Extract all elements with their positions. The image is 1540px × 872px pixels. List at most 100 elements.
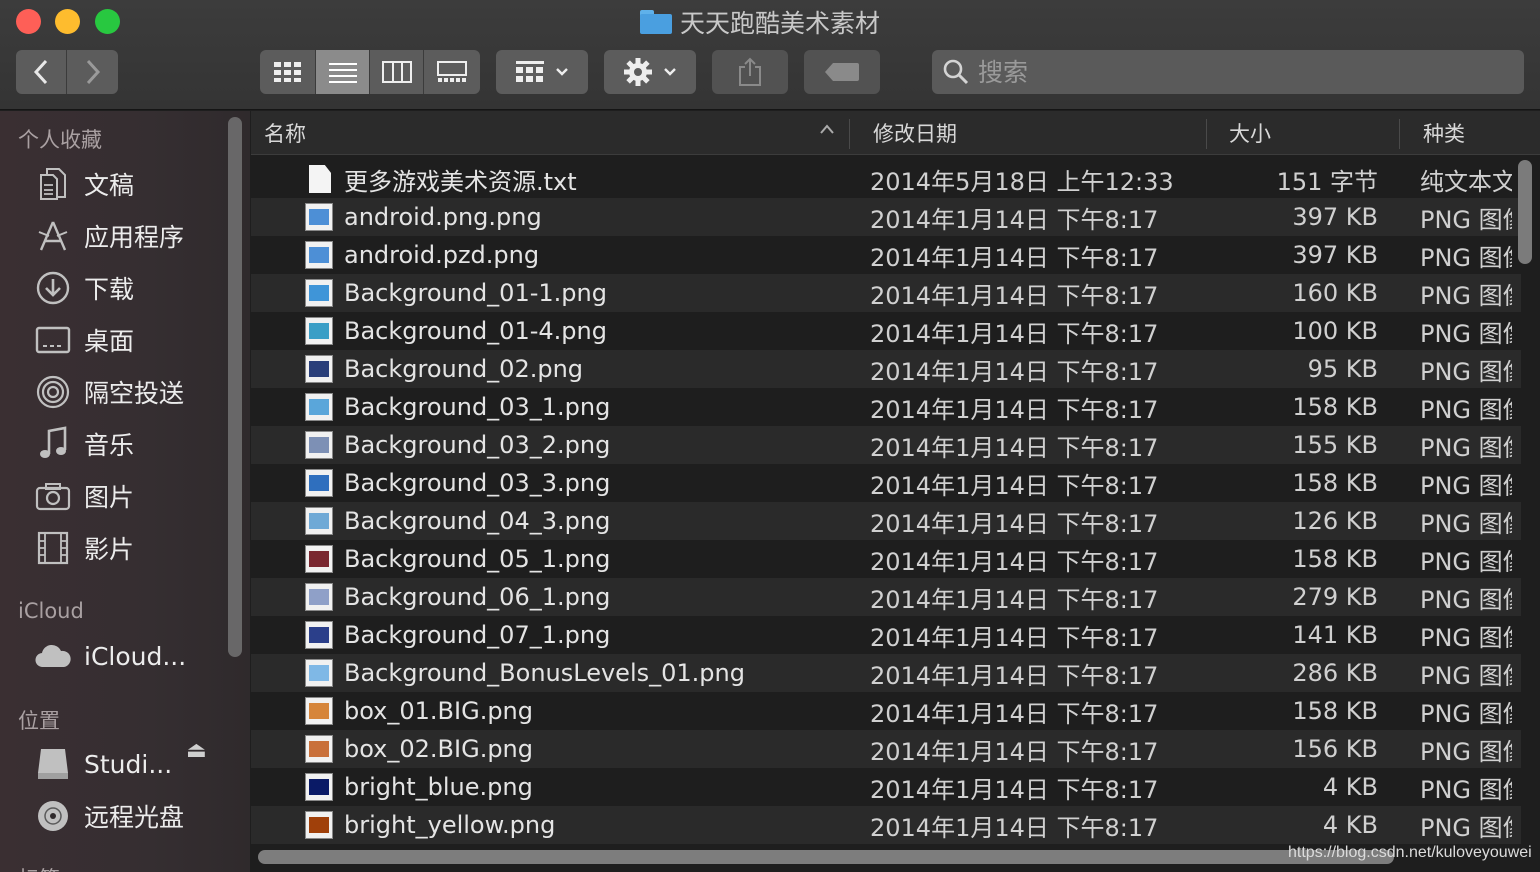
group-icon xyxy=(516,61,544,82)
sidebar-item-downloads[interactable]: 下载 xyxy=(34,265,134,311)
file-kind: PNG 图像 xyxy=(1420,585,1512,614)
image-thumbnail xyxy=(309,665,329,681)
cloud-icon xyxy=(34,637,72,675)
file-modified-date: 2014年1月14日 下午8:17 xyxy=(870,471,1159,500)
file-kind: PNG 图像 xyxy=(1420,661,1512,690)
file-row[interactable]: Background_01-4.png 2014年1月14日 下午8:17 100 … xyxy=(251,312,1521,350)
file-modified-date: 2014年1月14日 下午8:17 xyxy=(870,395,1159,424)
image-file-icon xyxy=(305,811,333,839)
file-row[interactable]: android.pzd.png 2014年1月14日 下午8:17 397 KB PN… xyxy=(251,236,1521,274)
column-divider[interactable] xyxy=(849,119,850,149)
file-name: Background_02.png xyxy=(344,355,584,383)
file-row[interactable]: Background_04_3.png 2014年1月14日 下午8:17 126 … xyxy=(251,502,1521,540)
file-kind: PNG 图像 xyxy=(1420,243,1512,272)
image-file-icon xyxy=(305,621,333,649)
file-modified-date: 2014年1月14日 下午8:17 xyxy=(870,623,1159,652)
file-size: 155 KB xyxy=(1292,431,1378,459)
file-kind: PNG 图像 xyxy=(1420,737,1512,766)
file-name: Background_03_1.png xyxy=(344,393,611,421)
file-kind: PNG 图像 xyxy=(1420,205,1512,234)
sidebar-item-movies[interactable]: 影片 xyxy=(34,525,134,571)
maximize-window-button[interactable] xyxy=(95,9,120,34)
sidebar-item-label: 隔空投送 xyxy=(84,379,185,408)
sidebar-item-label: 音乐 xyxy=(84,431,135,460)
sidebar-item-pictures[interactable]: 图片 xyxy=(34,473,134,519)
file-kind: PNG 图像 xyxy=(1420,433,1512,462)
file-name: Background_04_3.png xyxy=(344,507,611,535)
sidebar-item-documents[interactable]: 文稿 xyxy=(34,161,134,207)
file-size: 158 KB xyxy=(1292,545,1378,573)
sidebar-section-tags: 标签 xyxy=(18,863,60,872)
image-file-icon xyxy=(305,773,333,801)
gallery-view-button[interactable] xyxy=(424,50,480,94)
edit-tags-button[interactable] xyxy=(804,50,880,94)
horizontal-scrollbar[interactable] xyxy=(258,850,1394,864)
sidebar-item-airdrop[interactable]: 隔空投送 xyxy=(34,369,184,415)
music-icon xyxy=(34,425,72,463)
file-row[interactable]: box_02.BIG.png 2014年1月14日 下午8:17 156 KB PNG… xyxy=(251,730,1521,768)
file-row[interactable]: Background_06_1.png 2014年1月14日 下午8:17 279 … xyxy=(251,578,1521,616)
file-row[interactable]: Background_03_1.png 2014年1月14日 下午8:17 158 … xyxy=(251,388,1521,426)
icon-view-button[interactable] xyxy=(260,50,316,94)
sidebar-section-favorites: 个人收藏 xyxy=(18,128,102,152)
column-divider[interactable] xyxy=(1399,119,1400,149)
sidebar-item-desktop[interactable]: 桌面 xyxy=(34,317,134,363)
sidebar-item-applications[interactable]: 应用程序 xyxy=(34,213,184,259)
file-name: Background_03_2.png xyxy=(344,431,611,459)
sidebar-item-studio-disk[interactable]: Studi... xyxy=(34,741,172,787)
image-file-icon xyxy=(305,393,333,421)
column-header-size[interactable]: 大小 xyxy=(1229,111,1271,155)
column-header-date[interactable]: 修改日期 xyxy=(873,111,957,155)
list-header: 名称 修改日期 大小 种类 xyxy=(251,111,1540,155)
sidebar-item-music[interactable]: 音乐 xyxy=(34,421,134,467)
action-menu-button[interactable] xyxy=(604,50,696,94)
file-kind: 纯文本文稿 xyxy=(1420,167,1512,196)
column-header-name[interactable]: 名称 xyxy=(264,111,306,155)
file-row[interactable]: bright_blue.png 2014年1月14日 下午8:17 4 KB PNG … xyxy=(251,768,1521,806)
file-row[interactable]: Background_07_1.png 2014年1月14日 下午8:17 141 … xyxy=(251,616,1521,654)
image-thumbnail xyxy=(309,475,329,491)
sidebar-section-locations: 位置 xyxy=(18,709,60,733)
column-view-button[interactable] xyxy=(370,50,424,94)
file-size: 126 KB xyxy=(1292,507,1378,535)
group-by-button[interactable] xyxy=(496,50,588,94)
sidebar-item-label: 文稿 xyxy=(84,171,135,200)
text-file-icon xyxy=(309,165,331,193)
image-thumbnail xyxy=(309,361,329,377)
file-name: Background_01-4.png xyxy=(344,317,607,345)
file-row[interactable]: Background_03_2.png 2014年1月14日 下午8:17 155 … xyxy=(251,426,1521,464)
file-row[interactable]: Background_03_3.png 2014年1月14日 下午8:17 158 … xyxy=(251,464,1521,502)
column-header-kind[interactable]: 种类 xyxy=(1423,111,1465,155)
close-window-button[interactable] xyxy=(16,9,41,34)
image-thumbnail xyxy=(309,513,329,529)
column-divider[interactable] xyxy=(1206,119,1207,149)
file-row[interactable]: box_01.BIG.png 2014年1月14日 下午8:17 158 KB PNG… xyxy=(251,692,1521,730)
file-row[interactable]: bright_yellow.png 2014年1月14日 下午8:17 4 KB PN… xyxy=(251,806,1521,844)
share-button[interactable] xyxy=(712,50,788,94)
sidebar-item-icloud-drive[interactable]: iCloud... xyxy=(34,633,186,679)
file-kind: PNG 图像 xyxy=(1420,813,1512,842)
eject-icon[interactable]: ⏏ xyxy=(186,738,207,763)
image-file-icon xyxy=(305,507,333,535)
file-kind: PNG 图像 xyxy=(1420,357,1512,386)
file-size: 158 KB xyxy=(1292,393,1378,421)
file-row[interactable]: Background_BonusLevels_01.png 2014年1月14日 … xyxy=(251,654,1521,692)
image-thumbnail xyxy=(309,437,329,453)
file-kind: PNG 图像 xyxy=(1420,281,1512,310)
forward-button[interactable] xyxy=(67,50,118,94)
file-row[interactable]: Background_01-1.png 2014年1月14日 下午8:17 160 … xyxy=(251,274,1521,312)
list-view-button[interactable] xyxy=(316,50,370,94)
file-row[interactable]: 更多游戏美术资源.txt 2014年5月18日 上午12:33 151 字节 纯文本文… xyxy=(251,160,1521,198)
file-size: 286 KB xyxy=(1292,659,1378,687)
sidebar-scrollbar[interactable] xyxy=(228,117,242,657)
image-file-icon xyxy=(305,431,333,459)
minimize-window-button[interactable] xyxy=(55,9,80,34)
search-field[interactable] xyxy=(932,50,1524,94)
vertical-scrollbar[interactable] xyxy=(1518,160,1532,264)
back-button[interactable] xyxy=(16,50,67,94)
file-row[interactable]: android.png.png 2014年1月14日 下午8:17 397 KB PN… xyxy=(251,198,1521,236)
file-row[interactable]: Background_05_1.png 2014年1月14日 下午8:17 158 … xyxy=(251,540,1521,578)
sidebar-item-remote-disc[interactable]: 远程光盘 xyxy=(34,793,184,839)
file-row[interactable]: Background_02.png 2014年1月14日 下午8:17 95 KB P… xyxy=(251,350,1521,388)
search-input[interactable] xyxy=(978,57,1498,87)
